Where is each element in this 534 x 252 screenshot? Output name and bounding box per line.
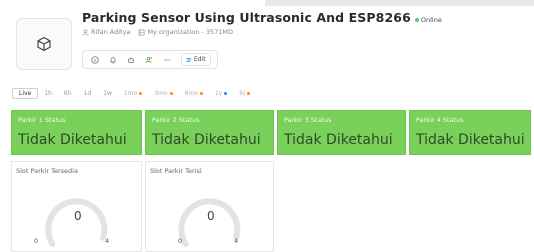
status-card-value: Tidak Diketahui [152,132,261,148]
gauge-value: 0 [74,209,82,223]
time-range-label: 6mo [184,89,198,97]
status-card-value: Tidak Diketahui [416,132,525,148]
time-range-label: 1d [83,89,92,97]
time-range-1d[interactable]: 1d [78,88,98,99]
time-range-3mo[interactable]: 3mo [148,88,178,99]
gauge-card-slot-tersedia: Slot Parkir Tersedia 0 0 4 [11,161,142,252]
status-text: Online [420,16,442,24]
share-button[interactable] [141,53,156,66]
time-range-6h[interactable]: 6h [58,88,78,99]
plan-dot-icon [247,91,251,95]
time-range-label: 1y [214,89,223,97]
plan-dot-icon [139,91,143,95]
status-card-label: Parkir 1 Status [18,116,66,124]
time-range-6mo[interactable]: 6mo [179,88,209,99]
edit-icon [186,57,192,62]
time-range-1h[interactable]: 1h [38,88,58,99]
time-range-label: 1h [44,89,52,97]
time-range-1y[interactable]: 1y [209,88,233,99]
share-user-icon [145,56,152,63]
automation-button[interactable] [123,53,138,66]
time-range-label: 3mo [154,89,168,97]
organization-link[interactable]: My organization - 3571MD [147,28,233,36]
owner-link[interactable]: Rifan Aditya [91,28,130,36]
info-icon [90,55,99,64]
status-card-label: Parkir 3 Status [284,116,332,124]
time-range-custom[interactable]: 6| [233,88,256,99]
more-dots-icon [163,58,170,61]
gauge-min: 0 [178,237,183,245]
gauge-card-slot-terisi: Slot Parkir Terisi 0 0 4 [145,161,274,252]
info-button[interactable] [87,53,102,66]
online-dot-icon [414,18,419,22]
gauge-dial [45,198,108,247]
time-range-selector: Live 1h 6h 1d 1w 1mo 3mo 6mo 1y 6| [12,86,256,100]
notifications-button[interactable] [105,53,120,66]
robot-icon [127,56,134,63]
top-strip [265,0,534,6]
title-row: Parking Sensor Using Ultrasonic And ESP8… [82,10,442,26]
plan-dot-icon [169,91,173,95]
time-range-live[interactable]: Live [12,87,39,99]
gauge-value: 0 [207,209,215,223]
gauge-max: 4 [105,237,110,245]
edit-button[interactable]: Edit [181,53,211,66]
time-range-label: 6| [239,89,246,97]
status-card-parkir-1: Parkir 1 Status Tidak Diketahui [11,110,142,155]
organization-icon [138,29,145,36]
meta-row: Rifan Aditya My organization - 3571MD [82,28,233,36]
more-button[interactable] [159,53,174,66]
time-range-label: 1mo [123,89,138,97]
time-range-label: 6h [63,89,72,97]
plan-dot-icon [224,91,228,95]
bell-icon [110,56,115,63]
status-card-parkir-3: Parkir 3 Status Tidak Diketahui [277,110,406,155]
time-range-1mo[interactable]: 1mo [118,88,148,99]
cube-icon [37,36,51,52]
plan-dot-icon [199,91,203,95]
device-icon-tile[interactable] [16,18,72,70]
gauge-max: 4 [234,237,239,245]
status-card-value: Tidak Diketahui [18,132,127,148]
user-icon [82,29,89,36]
status-badge: Online [414,16,442,24]
time-range-label: 1w [103,89,112,97]
status-card-parkir-4: Parkir 4 Status Tidak Diketahui [409,110,531,155]
gauge-min: 0 [34,237,39,245]
gauge-dial [178,198,241,247]
status-card-parkir-2: Parkir 2 Status Tidak Diketahui [145,110,274,155]
status-card-label: Parkir 4 Status [416,116,464,124]
device-toolbar: Edit [82,50,218,69]
status-card-label: Parkir 2 Status [152,116,200,124]
status-card-value: Tidak Diketahui [284,132,393,148]
page-title: Parking Sensor Using Ultrasonic And ESP8… [82,10,411,25]
time-range-1w[interactable]: 1w [97,88,118,99]
time-range-label: Live [19,89,32,97]
edit-label: Edit [194,56,206,63]
